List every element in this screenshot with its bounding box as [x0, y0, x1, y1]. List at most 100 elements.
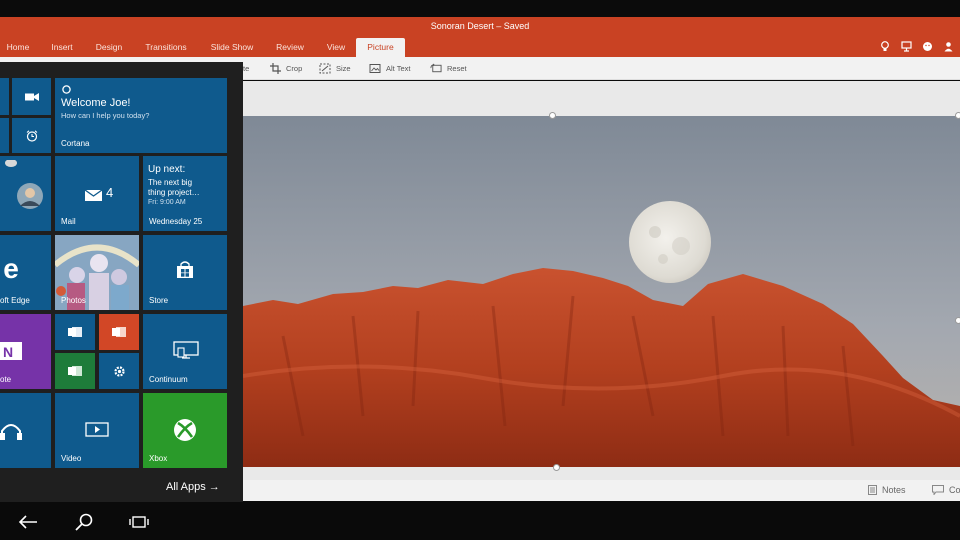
reset-label: Reset [447, 63, 467, 73]
calendar-day: Wednesday 25 [149, 217, 203, 226]
tile-video[interactable]: Video [55, 393, 139, 468]
tab-review[interactable]: Review [270, 38, 310, 57]
continuum-label: Continuum [149, 375, 188, 384]
slide-picture[interactable] [243, 116, 960, 467]
size-button[interactable]: Size [319, 61, 351, 75]
svg-text:N: N [3, 344, 13, 360]
tile-edge[interactable]: e oft Edge [0, 235, 51, 310]
toolbar-partial-label: te [243, 63, 250, 73]
tile-onenote[interactable]: N ote [0, 314, 51, 389]
tile-calendar[interactable]: Up next: The next big thing project… Fri… [143, 156, 227, 231]
search-button[interactable] [73, 513, 95, 531]
search-icon [75, 513, 93, 531]
crop-label: Crop [286, 63, 303, 73]
share-icon[interactable] [942, 41, 954, 53]
cortana-label: Cortana [61, 139, 90, 148]
start-menu: Welcome Joe! How can I help you today? C… [0, 62, 243, 502]
camera-icon [24, 90, 40, 104]
video-label: Video [61, 454, 82, 463]
desert-moon-photo [243, 116, 960, 467]
cortana-icon [61, 84, 71, 94]
alt-text-label: Alt Text [386, 63, 411, 73]
video-play-icon [85, 421, 109, 437]
tile-cortana[interactable]: Welcome Joe! How can I help you today? C… [55, 78, 227, 153]
resize-handle-right[interactable] [955, 317, 960, 324]
powerpoint-icon [111, 325, 127, 339]
excel-icon [67, 364, 83, 378]
edge-icon: e [3, 253, 19, 284]
taskbar [0, 502, 960, 540]
tile-partial-2[interactable] [0, 118, 9, 153]
task-view-icon [129, 516, 149, 528]
back-button[interactable] [17, 513, 39, 531]
ribbon-right-icons [879, 41, 954, 53]
mail-count: 4 [106, 185, 114, 200]
tab-home[interactable]: Home [0, 38, 36, 57]
onenote-label: ote [0, 375, 12, 384]
crop-button[interactable]: Crop [269, 61, 302, 75]
tab-view[interactable]: View [320, 38, 352, 57]
tab-insert[interactable]: Insert [44, 38, 80, 57]
notes-icon [868, 485, 877, 495]
tab-picture[interactable]: Picture [356, 38, 405, 57]
gear-icon [112, 364, 126, 378]
photos-label: Photos [61, 296, 86, 305]
tile-store[interactable]: Store [143, 235, 227, 310]
people-avatar-icon [16, 182, 44, 210]
tile-word[interactable] [55, 314, 95, 350]
tab-design[interactable]: Design [88, 38, 130, 57]
toolbar-partial-button[interactable]: te [243, 61, 249, 75]
back-arrow-icon [18, 515, 37, 529]
calendar-event-line2: thing project… [148, 188, 200, 197]
alt-text-button[interactable]: Alt Text [369, 61, 410, 75]
cortana-greeting: Welcome Joe! [61, 97, 131, 109]
tile-xbox[interactable]: Xbox [143, 393, 227, 468]
alt-text-icon [369, 63, 381, 74]
comments-icon [932, 485, 944, 495]
present-icon[interactable] [900, 41, 912, 53]
store-bag-icon [175, 260, 195, 280]
title-bar: Sonoran Desert – Saved [0, 17, 960, 38]
alarm-clock-icon [25, 129, 39, 143]
continuum-icon [173, 340, 199, 360]
tile-continuum[interactable]: Continuum [143, 314, 227, 389]
resize-handle-top[interactable] [549, 112, 556, 119]
tile-excel[interactable] [55, 353, 95, 389]
comments-button[interactable]: Co [932, 485, 960, 495]
notes-button[interactable]: Notes [868, 485, 906, 495]
cortana-prompt: How can I help you today? [61, 111, 150, 120]
resize-handle-top-right[interactable] [955, 112, 960, 119]
tab-transitions[interactable]: Transitions [140, 38, 192, 57]
tile-camera[interactable] [12, 78, 51, 115]
emoji-icon[interactable] [921, 41, 933, 53]
tile-mail[interactable]: 4 Mail [55, 156, 139, 231]
window-title: Sonoran Desert – Saved [430, 21, 530, 31]
calendar-heading: Up next: [148, 164, 186, 175]
calendar-event-line1: The next big [148, 178, 193, 187]
task-view-button[interactable] [128, 513, 150, 531]
tile-people[interactable] [0, 156, 51, 231]
tile-alarms[interactable] [12, 118, 51, 153]
tile-partial-1[interactable] [0, 78, 9, 115]
lightbulb-icon[interactable] [879, 41, 891, 53]
onenote-icon: N [0, 340, 22, 362]
mail-icon [84, 189, 102, 201]
crop-icon [269, 62, 281, 74]
mail-label: Mail [61, 217, 76, 226]
people-avatar-small-icon [4, 158, 18, 170]
size-icon [319, 63, 331, 74]
tab-slide-show[interactable]: Slide Show [204, 38, 260, 57]
resize-handle-bottom[interactable] [553, 464, 560, 471]
tile-powerpoint[interactable] [99, 314, 139, 350]
tile-groove-music[interactable] [0, 393, 51, 468]
calendar-time: Fri: 9:00 AM [148, 199, 186, 206]
tile-photos[interactable]: Photos [55, 235, 139, 310]
store-label: Store [149, 296, 169, 305]
tile-settings[interactable] [99, 353, 139, 389]
reset-button[interactable]: Reset [430, 61, 467, 75]
xbox-label: Xbox [149, 454, 168, 463]
xbox-logo-icon [173, 418, 197, 442]
notes-label: Notes [882, 485, 906, 495]
reset-picture-icon [430, 63, 442, 74]
all-apps-link[interactable]: All Apps → [166, 481, 220, 493]
